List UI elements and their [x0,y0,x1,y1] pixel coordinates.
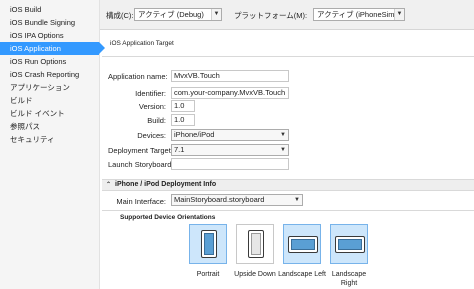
devices-select-value: iPhone/iPod [174,130,215,139]
deployment-info-title: iPhone / iPod Deployment Info [115,181,217,188]
devices-label: Devices: [137,131,166,140]
orientation-landscape-left-toggle[interactable] [283,224,321,264]
orientation-landscape-right-label: Landscape Right [331,271,367,287]
main-interface-select-value: MainStoryboard.storyboard [174,195,265,204]
orientation-landscape-left-label: Landscape Left [278,271,326,278]
orientation-landscape-right-toggle[interactable] [330,224,368,264]
sidebar-item-reference-paths[interactable]: 参照パス [0,120,99,133]
main-interface-label: Main Interface: [116,197,166,206]
launch-storyboard-input[interactable] [171,158,289,170]
chevron-down-icon: ▼ [211,9,221,20]
sidebar-item-ios-bundle-signing[interactable]: iOS Bundle Signing [0,16,99,29]
collapse-icon[interactable]: ⌃ [106,180,115,190]
portrait-device-icon [201,230,217,258]
build-label: Build: [147,116,166,125]
platform-select[interactable]: アクティブ (iPhoneSimulat ▼ [313,8,405,21]
chevron-down-icon: ▼ [394,9,404,20]
sidebar-item-ios-build[interactable]: iOS Build [0,3,99,16]
sidebar-item-ios-crash-reporting[interactable]: iOS Crash Reporting [0,68,99,81]
landscape-left-device-icon [288,236,318,253]
chevron-down-icon: ▼ [280,132,286,138]
identifier-label: Identifier: [135,89,166,98]
app-name-label: Application name: [108,72,168,81]
chevron-down-icon: ▼ [280,147,286,153]
sidebar-item-ios-run-options[interactable]: iOS Run Options [0,55,99,68]
config-select[interactable]: アクティブ (Debug) ▼ [134,8,222,21]
deployment-target-select[interactable]: 7.1 ▼ [171,144,289,156]
sidebar-item-ios-application[interactable]: iOS Application [0,42,105,55]
sidebar: iOS Build iOS Bundle Signing iOS IPA Opt… [0,0,105,289]
configuration-bar: 構成(C): アクティブ (Debug) ▼ プラットフォーム(M): アクティ… [100,0,474,30]
config-label: 構成(C): [106,11,134,20]
deployment-target-select-value: 7.1 [174,145,185,154]
app-name-input[interactable]: MvxVB.Touch [171,70,289,82]
divider [102,56,474,57]
sidebar-item-build[interactable]: ビルド [0,94,99,107]
sidebar-item-build-events[interactable]: ビルド イベント [0,107,99,120]
deployment-target-label: Deployment Target: [108,146,173,155]
platform-select-value: アクティブ (iPhoneSimulat [317,10,405,19]
orientation-portrait-toggle[interactable] [189,224,227,264]
config-select-value: アクティブ (Debug) [138,10,204,19]
version-label: Version: [138,102,166,111]
orientations-title: Supported Device Orientations [120,214,216,221]
deployment-info-header[interactable]: ⌃ iPhone / iPod Deployment Info [102,179,474,191]
platform-label: プラットフォーム(M): [234,11,308,20]
identifier-input[interactable]: com.your-company.MvxVB.Touch [171,87,289,99]
version-input[interactable]: 1.0 [171,100,195,112]
landscape-right-device-icon [335,236,365,253]
orientation-portrait-label: Portrait [196,271,220,278]
build-input[interactable]: 1.0 [171,114,195,126]
main-interface-select[interactable]: MainStoryboard.storyboard ▼ [171,194,303,206]
upside-down-device-icon [248,230,264,258]
sidebar-item-security[interactable]: セキュリティ [0,133,99,146]
launch-storyboard-label: Launch Storyboard: [108,160,174,169]
chevron-down-icon: ▼ [294,197,300,203]
sidebar-item-ios-ipa-options[interactable]: iOS IPA Options [0,29,99,42]
divider [102,210,474,211]
orientation-upside-down-label: Upside Down [234,271,276,278]
orientation-upside-down-toggle[interactable] [236,224,274,264]
sidebar-item-application[interactable]: アプリケーション [0,81,99,94]
section-title: iOS Application Target [110,40,174,47]
devices-select[interactable]: iPhone/iPod ▼ [171,129,289,141]
